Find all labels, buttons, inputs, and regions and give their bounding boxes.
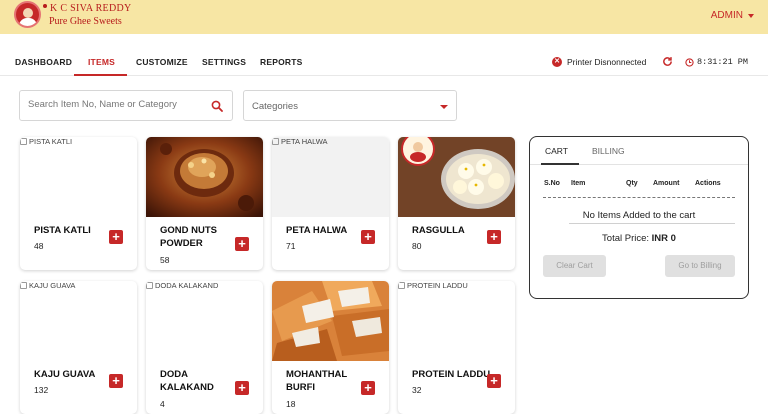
brand-name: K C SIVA REDDY	[43, 3, 132, 14]
item-price: 48	[34, 241, 44, 251]
item-name: DODA KALAKAND	[160, 369, 214, 393]
tab-settings[interactable]: SETTINGS	[202, 57, 246, 67]
item-card-gond-nuts-powder[interactable]: GOND NUTS POWDER 58 +	[146, 137, 263, 270]
item-card-peta-halwa[interactable]: PETA HALWA PETA HALWA 71 +	[272, 137, 389, 270]
clock-icon	[685, 57, 694, 67]
broken-image-icon	[398, 282, 405, 289]
caret-down-icon	[748, 13, 754, 18]
col-actions: Actions	[695, 180, 721, 187]
item-card-doda-kalakand[interactable]: DODA KALAKAND DODA KALAKAND 4 +	[146, 281, 263, 414]
item-price: 18	[286, 399, 296, 409]
item-image	[398, 137, 515, 217]
item-card-protein-laddu[interactable]: PROTEIN LADDU PROTEIN LADDU 32 +	[398, 281, 515, 414]
tab-dashboard[interactable]: DASHBOARD	[15, 57, 72, 67]
app-header: K C SIVA REDDY Pure Ghee Sweets ADMIN	[0, 0, 768, 34]
item-price: 58	[160, 255, 170, 265]
tab-cart[interactable]: CART	[545, 146, 568, 156]
category-select[interactable]: Categories	[243, 90, 457, 121]
total-value: INR 0	[651, 233, 676, 244]
item-name: PROTEIN LADDU	[412, 369, 491, 380]
search-box[interactable]	[19, 90, 233, 121]
go-to-billing-button[interactable]: Go to Billing	[665, 255, 735, 277]
item-image: DODA KALAKAND	[146, 281, 263, 361]
add-to-cart-button[interactable]: +	[109, 230, 123, 244]
total-label: Total Price:	[602, 233, 650, 244]
clock: 8:31:21 PM	[685, 57, 748, 67]
item-name: MOHANTHAL BURFI	[286, 369, 348, 393]
item-image: PISTA KATLI	[20, 137, 137, 217]
item-image: PETA HALWA	[272, 137, 389, 217]
item-name: RASGULLA	[412, 225, 465, 236]
refresh-icon[interactable]	[662, 56, 673, 67]
clear-cart-button[interactable]: Clear Cart	[543, 255, 606, 277]
cart-panel: CART BILLING S.No Item Qty Amount Action…	[529, 136, 749, 299]
add-to-cart-button[interactable]: +	[109, 374, 123, 388]
broken-image-icon	[272, 138, 279, 145]
col-item: Item	[571, 180, 586, 187]
active-tab-indicator	[541, 163, 579, 165]
add-to-cart-button[interactable]: +	[487, 374, 501, 388]
item-price: 32	[412, 385, 422, 395]
item-image	[272, 281, 389, 361]
item-name: PISTA KATLI	[34, 225, 91, 236]
divider	[569, 223, 735, 224]
item-name: GOND NUTS POWDER	[160, 225, 217, 249]
broken-image-icon	[146, 282, 153, 289]
divider	[543, 197, 735, 198]
item-card-rasgulla[interactable]: RASGULLA 80 +	[398, 137, 515, 270]
item-price: 80	[412, 241, 422, 251]
col-qty: Qty	[626, 180, 638, 187]
broken-image-icon	[20, 282, 27, 289]
item-price: 71	[286, 241, 296, 251]
main-nav: DASHBOARD ITEMS CUSTOMIZE SETTINGS REPOR…	[0, 50, 768, 76]
active-tab-indicator	[74, 74, 127, 76]
add-to-cart-button[interactable]: +	[361, 381, 375, 395]
add-to-cart-button[interactable]: +	[487, 230, 501, 244]
add-to-cart-button[interactable]: +	[235, 237, 249, 251]
printer-status-text: Printer Disnonnected	[567, 57, 647, 67]
broken-image-icon	[20, 138, 27, 145]
item-name: KAJU GUAVA	[34, 369, 96, 380]
tab-items[interactable]: ITEMS	[88, 57, 115, 67]
printer-status: ✕ Printer Disnonnected	[552, 57, 646, 67]
tab-reports[interactable]: REPORTS	[260, 57, 303, 67]
tab-billing[interactable]: BILLING	[592, 146, 625, 156]
brand-tagline: Pure Ghee Sweets	[49, 16, 122, 27]
item-image: PROTEIN LADDU	[398, 281, 515, 361]
item-name: PETA HALWA	[286, 225, 348, 236]
col-sno: S.No	[544, 180, 560, 187]
total-price: Total Price: INR 0	[530, 233, 748, 244]
admin-label: ADMIN	[710, 10, 743, 21]
item-image: KAJU GUAVA	[20, 281, 137, 361]
item-card-kaju-guava[interactable]: KAJU GUAVA KAJU GUAVA 132 +	[20, 281, 137, 414]
admin-menu[interactable]: ADMIN	[711, 10, 754, 21]
cart-tabs: CART BILLING	[530, 137, 748, 165]
item-card-pista-katli[interactable]: PISTA KATLI PISTA KATLI 48 +	[20, 137, 137, 270]
empty-cart-message: No Items Added to the cart	[582, 210, 696, 221]
add-to-cart-button[interactable]: +	[235, 381, 249, 395]
item-price: 4	[160, 399, 165, 409]
add-to-cart-button[interactable]: +	[361, 230, 375, 244]
brand-logo	[14, 1, 41, 28]
item-price: 132	[34, 385, 49, 395]
tab-customize[interactable]: CUSTOMIZE	[136, 57, 188, 67]
item-card-mohanthal-burfi[interactable]: MOHANTHAL BURFI 18 +	[272, 281, 389, 414]
search-input[interactable]	[28, 99, 208, 110]
caret-down-icon	[440, 105, 448, 109]
category-placeholder: Categories	[252, 101, 298, 112]
clock-time: 8:31:21 PM	[697, 57, 749, 67]
error-icon: ✕	[552, 57, 562, 67]
search-icon[interactable]	[211, 100, 223, 112]
col-amount: Amount	[653, 180, 680, 187]
item-image	[146, 137, 263, 217]
